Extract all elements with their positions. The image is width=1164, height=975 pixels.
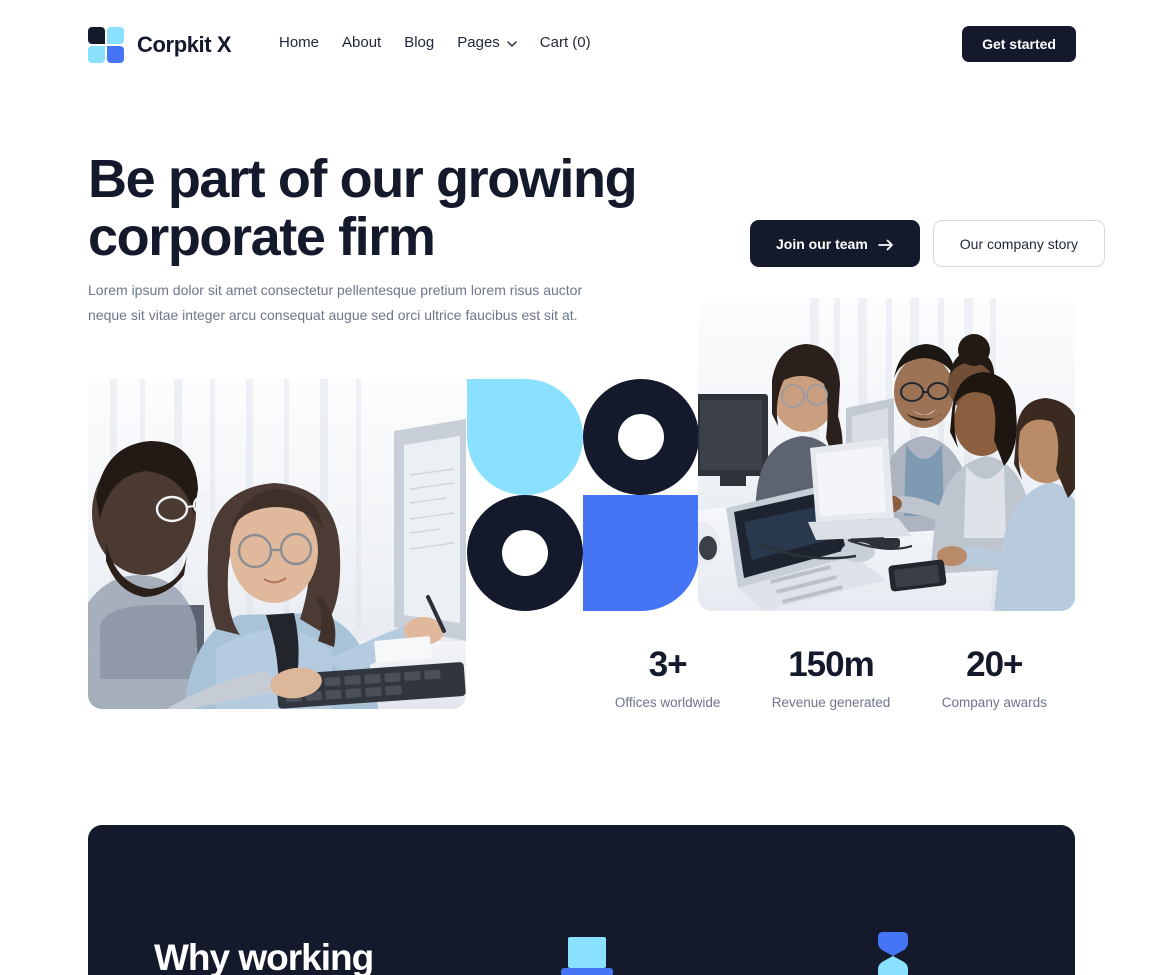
nav-item-label: Cart (0) xyxy=(539,34,591,51)
shape-ring-navy-bottom xyxy=(467,495,583,611)
ring-hole xyxy=(618,414,664,460)
join-our-team-button[interactable]: Join our team xyxy=(750,220,920,267)
brand-logo[interactable]: Corpkit X xyxy=(88,27,232,63)
stat-awards: 20+ Company awards xyxy=(913,645,1076,712)
laptop-icon xyxy=(561,937,613,975)
why-working-title: Why working xyxy=(154,937,374,975)
stat-value: 150m xyxy=(788,645,875,684)
shape-ring-navy-top xyxy=(583,379,699,495)
join-our-team-label: Join our team xyxy=(776,235,868,252)
ring-hole xyxy=(502,530,548,576)
nav-item-label: Home xyxy=(279,34,320,51)
our-company-story-button: Our company story xyxy=(932,220,1106,267)
get-started-button[interactable]: Get started xyxy=(962,26,1076,62)
hero-image-right xyxy=(698,298,1075,611)
nav-item-label: About xyxy=(342,34,382,51)
brand-name: Corpkit X xyxy=(137,32,232,57)
nav-item-about[interactable]: About xyxy=(342,34,404,51)
logo-cell-top-left xyxy=(88,27,105,44)
shape-leaf-blue xyxy=(583,495,699,611)
hero-subtitle: Lorem ipsum dolor sit amet consectetur p… xyxy=(88,282,583,323)
nav-item-pages[interactable]: Pages xyxy=(457,34,540,51)
chevron-down-icon xyxy=(507,40,517,47)
nav-item-home[interactable]: Home xyxy=(279,34,342,51)
nav-item-blog[interactable]: Blog xyxy=(404,34,457,51)
stat-offices: 3+ Offices worldwide xyxy=(586,645,749,712)
hero-image-left xyxy=(88,379,466,709)
stat-label: Revenue generated xyxy=(771,695,891,710)
stat-label: Offices worldwide xyxy=(614,695,721,710)
nav-item-cart[interactable]: Cart (0) xyxy=(540,34,614,51)
stat-value: 20+ xyxy=(966,645,1023,684)
stats-row: 3+ Offices worldwide 150m Revenue genera… xyxy=(586,645,1076,712)
hourglass-icon xyxy=(874,932,912,975)
hero-cta-group: Join our team Our company story xyxy=(750,220,1106,267)
arrow-right-icon xyxy=(877,238,894,250)
stat-value: 3+ xyxy=(648,645,688,684)
hero-title: Be part of our growing corporate firm xyxy=(88,149,638,267)
why-working-section: Why working xyxy=(88,825,1075,975)
nav-item-label: Pages xyxy=(457,34,500,51)
logo-cell-bottom-left xyxy=(88,46,105,63)
decorative-shapes xyxy=(467,379,699,611)
shape-leaf-light-blue xyxy=(467,379,583,495)
stat-label: Company awards xyxy=(941,695,1047,710)
logo-cell-top-right xyxy=(107,27,124,44)
logo-grid-icon xyxy=(88,27,124,63)
landing-page: Corpkit X Home About Blog Pages Cart (0)… xyxy=(0,0,1164,975)
site-header: Corpkit X Home About Blog Pages Cart (0)… xyxy=(0,0,1164,90)
stat-revenue: 150m Revenue generated xyxy=(749,645,912,712)
nav-item-label: Blog xyxy=(404,34,435,51)
main-nav: Home About Blog Pages Cart (0) xyxy=(279,34,614,51)
logo-cell-bottom-right xyxy=(107,46,124,63)
